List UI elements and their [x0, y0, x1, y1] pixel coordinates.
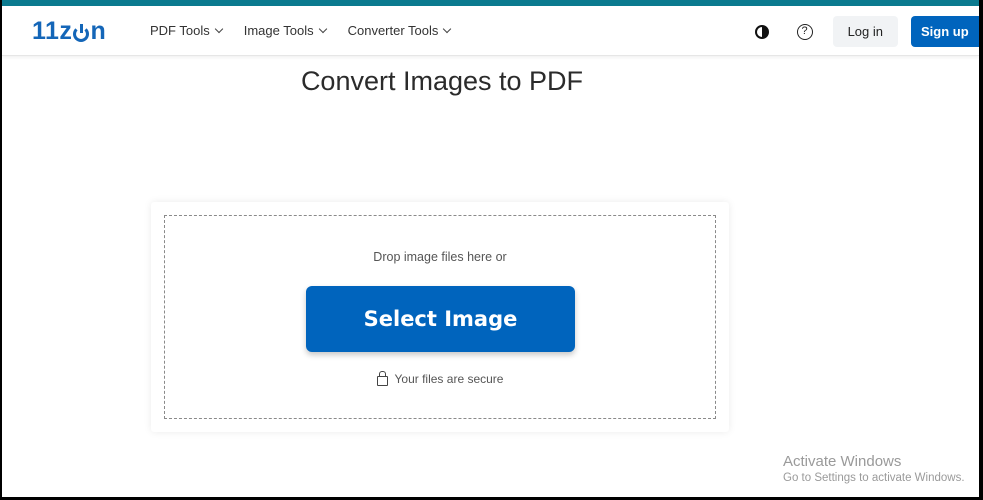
lock-icon — [376, 371, 388, 386]
nav-pdf-tools[interactable]: PDF Tools — [150, 23, 223, 38]
nav-label: Image Tools — [243, 23, 314, 38]
file-dropzone[interactable]: Drop image files here or Select Image Yo… — [164, 215, 716, 419]
page-title: Convert Images to PDF — [300, 66, 584, 96]
logo-text: 11z — [32, 17, 73, 45]
select-image-button[interactable]: Select Image — [306, 286, 575, 352]
upload-card: Drop image files here or Select Image Yo… — [151, 202, 729, 432]
nav-image-tools[interactable]: Image Tools — [243, 23, 327, 38]
power-icon — [73, 23, 90, 42]
chevron-down-icon — [214, 24, 223, 34]
main-nav: PDF Tools Image Tools Converter Tools — [150, 23, 452, 38]
login-button[interactable]: Log in — [832, 16, 898, 47]
nav-label: PDF Tools — [150, 23, 210, 38]
logo-text-end: n — [90, 17, 107, 45]
chevron-down-icon — [318, 24, 327, 34]
watermark-subtitle: Go to Settings to activate Windows. — [783, 472, 965, 484]
navbar: 11z n PDF Tools Image Tools Converter Too… — [2, 6, 979, 56]
nav-converter-tools[interactable]: Converter Tools — [347, 23, 452, 38]
browser-viewport: 11z n PDF Tools Image Tools Converter Too… — [2, 0, 979, 497]
windows-activation-watermark: Activate Windows Go to Settings to activ… — [783, 453, 965, 484]
watermark-title: Activate Windows — [783, 453, 902, 470]
logo[interactable]: 11z n — [32, 17, 106, 46]
header-actions: ? Log in Sign up — [754, 16, 979, 47]
nav-label: Converter Tools — [347, 23, 439, 38]
security-note: Your files are secure — [165, 371, 715, 386]
security-text: Your files are secure — [394, 372, 504, 386]
chevron-down-icon — [443, 24, 452, 34]
signup-button[interactable]: Sign up — [911, 16, 979, 47]
help-icon[interactable]: ? — [796, 23, 813, 40]
contrast-icon[interactable] — [754, 24, 769, 39]
drop-hint: Drop image files here or — [373, 250, 507, 264]
